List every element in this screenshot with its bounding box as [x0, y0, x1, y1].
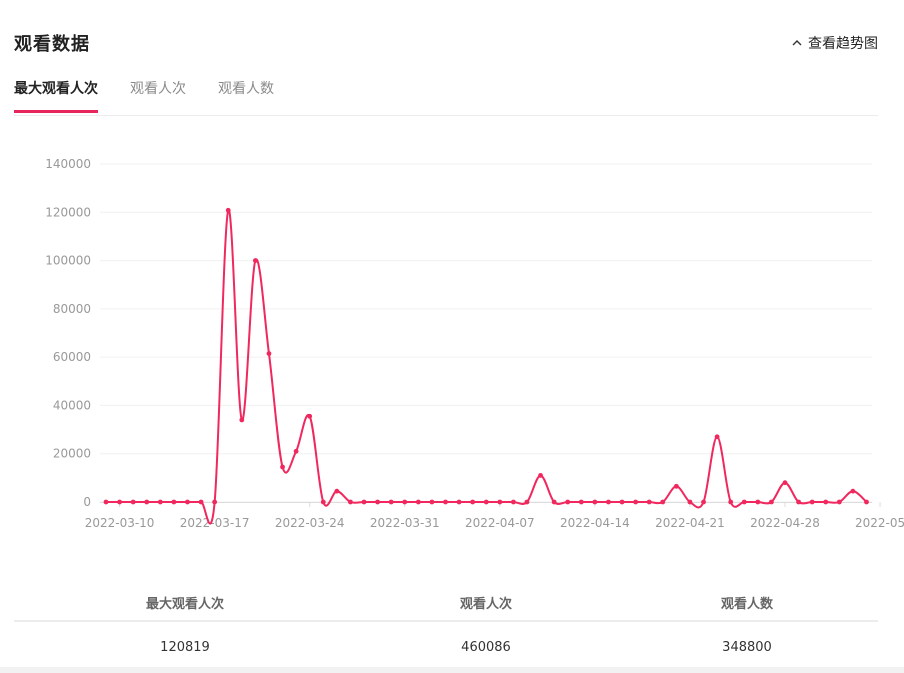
y-tick-label: 20000	[53, 447, 91, 461]
data-point	[619, 499, 625, 505]
data-point	[606, 499, 611, 505]
x-tick-label: 2022-03-24	[275, 516, 345, 530]
data-point	[361, 499, 367, 505]
data-point	[402, 499, 408, 505]
stats-header-viewers: 观看人数	[720, 597, 773, 612]
data-point	[551, 499, 557, 505]
x-tick-label: 2022-03-31	[370, 516, 440, 530]
data-point	[497, 499, 503, 505]
stats-header-row: 最大观看人次 观看人次 观看人数	[14, 584, 878, 622]
data-point	[483, 499, 489, 505]
data-point	[728, 499, 734, 505]
data-point	[252, 258, 258, 263]
metric-tabs: 最大观看人次 观看人次 观看人数	[14, 74, 878, 116]
stats-value-row: 120819 460086 348800	[14, 622, 878, 658]
y-tick-label: 40000	[53, 398, 91, 412]
data-point	[673, 483, 679, 489]
x-tick-label: 2022-03-10	[85, 516, 155, 530]
x-tick-label: 2022-05	[855, 516, 904, 530]
data-point	[511, 499, 516, 505]
data-point	[836, 499, 842, 505]
data-point	[524, 499, 530, 505]
stats-value-viewers: 348800	[722, 640, 772, 655]
chevron-up-icon	[792, 40, 802, 46]
tab-views[interactable]: 观看人次	[130, 78, 186, 111]
data-point	[592, 499, 598, 505]
data-point	[755, 499, 761, 505]
data-point	[293, 448, 299, 454]
data-point	[823, 499, 829, 505]
data-point	[769, 499, 774, 505]
data-point	[185, 499, 190, 505]
data-point	[415, 499, 421, 505]
data-point	[456, 499, 462, 505]
data-point	[117, 499, 122, 505]
data-point	[429, 499, 435, 505]
data-point	[470, 499, 476, 505]
y-tick-label: 60000	[53, 350, 91, 364]
data-point	[171, 499, 177, 505]
data-point	[225, 207, 231, 213]
data-point	[212, 499, 218, 505]
x-tick-label: 2022-03-17	[180, 516, 250, 530]
data-point	[320, 499, 326, 505]
data-point	[307, 413, 313, 419]
stats-value-views: 460086	[461, 640, 511, 655]
data-point	[266, 351, 272, 356]
data-point	[850, 488, 856, 494]
stats-header-max-views: 最大观看人次	[145, 597, 224, 612]
data-point	[443, 499, 448, 505]
data-point	[646, 499, 652, 505]
data-point	[714, 434, 720, 440]
data-point	[538, 473, 543, 478]
section-header: 观看数据 查看趋势图	[14, 30, 878, 56]
y-tick-label: 80000	[53, 302, 91, 316]
data-point	[239, 417, 245, 423]
views-line-chart: 0 20000 40000 60000 80000 100000 120000 140000 2…	[45, 157, 904, 530]
y-tick-label: 140000	[45, 157, 91, 171]
data-point	[388, 499, 394, 505]
data-point	[565, 499, 571, 505]
view-trend-label: 查看趋势图	[808, 36, 878, 52]
data-point	[864, 499, 869, 505]
x-tick-label: 2022-04-28	[750, 516, 820, 530]
data-point	[809, 499, 815, 505]
x-tick-label: 2022-04-14	[560, 516, 630, 530]
x-tick-label: 2022-04-21	[655, 516, 725, 530]
y-tick-label: 0	[83, 495, 91, 509]
stats-header-views: 观看人次	[459, 597, 512, 612]
data-point	[348, 499, 353, 505]
data-point	[157, 499, 163, 505]
tab-max-views[interactable]: 最大观看人次	[14, 78, 98, 113]
data-point	[280, 464, 285, 470]
data-point	[741, 499, 747, 505]
data-point	[334, 488, 340, 494]
bottom-divider	[0, 667, 904, 673]
data-point	[660, 499, 666, 505]
y-tick-label: 120000	[45, 205, 91, 219]
data-point	[687, 499, 693, 505]
data-point	[782, 480, 788, 486]
data-point	[130, 499, 136, 505]
y-tick-label: 100000	[45, 254, 91, 268]
data-point	[701, 499, 706, 505]
data-point	[578, 499, 584, 505]
stats-value-max-views: 120819	[160, 640, 210, 655]
data-point	[198, 499, 204, 505]
data-point	[633, 499, 639, 505]
view-trend-toggle[interactable]: 查看趋势图	[790, 33, 878, 53]
data-point	[103, 499, 109, 505]
data-point	[144, 499, 150, 505]
section-title: 观看数据	[14, 34, 90, 55]
x-tick-label: 2022-04-07	[465, 516, 535, 530]
series-line	[105, 209, 868, 525]
stats-table: 最大观看人次 观看人次 观看人数 120819 460086 348800	[14, 584, 878, 658]
tab-viewers[interactable]: 观看人数	[218, 78, 274, 111]
data-point	[796, 499, 801, 505]
data-point	[375, 499, 380, 505]
